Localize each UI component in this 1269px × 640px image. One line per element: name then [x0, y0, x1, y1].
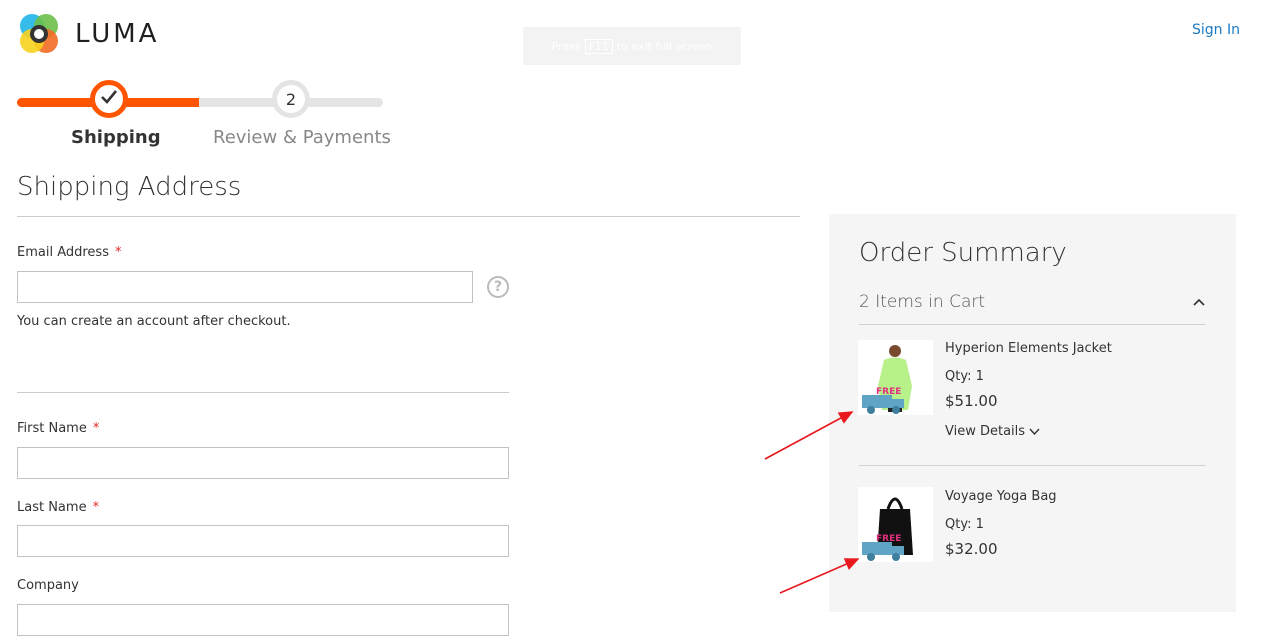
first-name-label-text: First Name [17, 421, 87, 436]
view-details-toggle[interactable]: View Details [945, 424, 1040, 439]
email-note: You can create an account after checkout… [17, 314, 291, 329]
fullscreen-tip-key: F11 [584, 38, 613, 54]
items-in-cart-toggle[interactable]: 2 Items in Cart [859, 292, 985, 312]
item-price: $51.00 [945, 392, 998, 410]
item-name: Voyage Yoga Bag [945, 489, 1057, 504]
item-qty: Qty: 1 [945, 369, 984, 384]
step-shipping-circle [90, 80, 128, 118]
step-review-label[interactable]: Review & Payments [213, 127, 391, 148]
product-thumbnail-jacket[interactable]: FREE [858, 340, 933, 415]
required-mark: * [92, 500, 100, 515]
email-field[interactable] [17, 271, 473, 303]
free-badge-text: FREE [876, 534, 902, 544]
view-details-label: View Details [945, 424, 1026, 439]
step-number: 2 [285, 89, 297, 109]
fullscreen-tip-after: to exit full screen [616, 39, 713, 53]
company-label-text: Company [17, 578, 79, 593]
logo-text: LUMA [75, 19, 160, 49]
step-shipping-label: Shipping [71, 127, 161, 148]
chevron-down-icon [1029, 424, 1040, 439]
check-icon [100, 88, 118, 110]
email-label-text: Email Address [17, 245, 109, 260]
fullscreen-tip-before: Press [551, 39, 581, 53]
item-name: Hyperion Elements Jacket [945, 341, 1112, 356]
last-name-label: Last Name * [17, 500, 99, 515]
first-name-field[interactable] [17, 447, 509, 479]
free-shipping-badge: FREE [862, 534, 906, 562]
item-price: $32.00 [945, 540, 998, 558]
order-summary-title: Order Summary [859, 238, 1067, 268]
chevron-up-icon[interactable] [1193, 294, 1205, 310]
item-qty: Qty: 1 [945, 517, 984, 532]
free-badge-text: FREE [876, 387, 902, 397]
form-divider [17, 392, 509, 393]
luma-logo[interactable]: LUMA [17, 12, 159, 56]
sign-in-link[interactable]: Sign In [1192, 22, 1240, 38]
free-shipping-badge: FREE [862, 387, 906, 415]
shipping-address-title: Shipping Address [17, 172, 242, 202]
checkout-progress-bar: 2 Shipping Review & Payments [17, 80, 391, 150]
last-name-field[interactable] [17, 525, 509, 557]
step-review-circle: 2 [272, 80, 310, 118]
required-mark: * [92, 421, 100, 436]
first-name-label: First Name * [17, 421, 99, 436]
last-name-label-text: Last Name [17, 500, 87, 515]
question-icon[interactable]: ? [487, 276, 509, 298]
order-summary: Order Summary 2 Items in Cart FREE Hyper… [829, 214, 1236, 612]
email-label: Email Address * [17, 245, 121, 260]
company-field[interactable] [17, 604, 509, 636]
product-thumbnail-bag[interactable]: FREE [858, 487, 933, 562]
fullscreen-tip: Press F11 to exit full screen [523, 27, 741, 65]
section-divider [17, 216, 800, 217]
item-divider [859, 465, 1206, 466]
company-label: Company [17, 578, 79, 593]
summary-divider [859, 324, 1206, 325]
luma-logo-icon [17, 12, 61, 56]
required-mark: * [114, 245, 122, 260]
